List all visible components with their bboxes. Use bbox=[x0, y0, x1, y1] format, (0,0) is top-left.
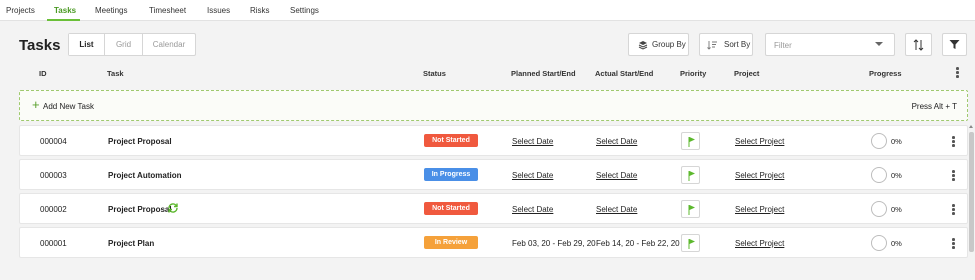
planned-date[interactable]: Select Date bbox=[512, 171, 553, 180]
progress-ring bbox=[871, 235, 887, 251]
tab-issues[interactable]: Issues bbox=[207, 6, 230, 15]
tab-tasks[interactable]: Tasks bbox=[54, 6, 76, 15]
sort-by-icon bbox=[707, 40, 717, 50]
column-header-task[interactable]: Task bbox=[107, 69, 124, 78]
group-by-icon bbox=[638, 40, 648, 50]
active-tab-indicator bbox=[47, 19, 80, 21]
sort-direction-button[interactable] bbox=[905, 33, 932, 56]
add-task-shortcut-hint: Press Alt + T bbox=[911, 102, 957, 111]
sort-by-label: Sort By bbox=[724, 40, 751, 49]
recurring-icon bbox=[168, 203, 178, 213]
sort-by-button[interactable]: Sort By bbox=[699, 33, 753, 56]
add-new-task-row[interactable]: + Add New Task Press Alt + T bbox=[19, 90, 968, 121]
progress-value: 0% bbox=[891, 239, 902, 248]
tab-meetings[interactable]: Meetings bbox=[95, 6, 127, 15]
progress-value: 0% bbox=[891, 171, 902, 180]
row-kebab-icon[interactable] bbox=[952, 136, 955, 149]
task-name[interactable]: Project Proposal bbox=[108, 137, 172, 146]
task-name[interactable]: Project Automation bbox=[108, 171, 181, 180]
task-id: 000004 bbox=[40, 137, 67, 146]
flag-icon bbox=[688, 205, 695, 215]
plus-icon: + bbox=[32, 97, 40, 112]
actual-date[interactable]: Select Date bbox=[596, 205, 637, 214]
tab-timesheet[interactable]: Timesheet bbox=[149, 6, 186, 15]
view-calendar-button[interactable]: Calendar bbox=[142, 34, 195, 55]
priority-button[interactable] bbox=[681, 132, 700, 150]
progress-ring bbox=[871, 133, 887, 149]
actual-date[interactable]: Select Date bbox=[596, 171, 637, 180]
table-row[interactable]: 000002 Project Proposal Not Started Sele… bbox=[19, 193, 968, 224]
column-header-id[interactable]: ID bbox=[39, 69, 47, 78]
planned-date[interactable]: Feb 03, 20 - Feb 29, 20 bbox=[512, 239, 596, 248]
planned-date[interactable]: Select Date bbox=[512, 137, 553, 146]
table-row[interactable]: 000003 Project Automation In Progress Se… bbox=[19, 159, 968, 190]
row-kebab-icon[interactable] bbox=[952, 238, 955, 251]
page-title: Tasks bbox=[19, 37, 61, 54]
scroll-up-arrow-icon[interactable] bbox=[969, 125, 973, 128]
planned-date[interactable]: Select Date bbox=[512, 205, 553, 214]
column-options-kebab-icon[interactable] bbox=[956, 67, 959, 80]
status-badge[interactable]: In Progress bbox=[424, 168, 478, 181]
funnel-icon bbox=[949, 40, 960, 49]
filter-button[interactable] bbox=[942, 33, 967, 56]
row-kebab-icon[interactable] bbox=[952, 170, 955, 183]
row-kebab-icon[interactable] bbox=[952, 204, 955, 217]
column-header-priority[interactable]: Priority bbox=[680, 69, 706, 78]
add-new-task-label: Add New Task bbox=[43, 102, 94, 111]
tab-projects[interactable]: Projects bbox=[6, 6, 35, 15]
column-header-planned[interactable]: Planned Start/End bbox=[511, 69, 576, 78]
progress-ring bbox=[871, 201, 887, 217]
column-header-actual[interactable]: Actual Start/End bbox=[595, 69, 653, 78]
project-selector[interactable]: Select Project bbox=[735, 171, 784, 180]
flag-icon bbox=[688, 137, 695, 147]
flag-icon bbox=[688, 171, 695, 181]
task-id: 000003 bbox=[40, 171, 67, 180]
top-nav: Projects Tasks Meetings Timesheet Issues… bbox=[0, 0, 975, 21]
priority-button[interactable] bbox=[681, 166, 700, 184]
group-by-label: Group By bbox=[652, 40, 686, 49]
column-header-project[interactable]: Project bbox=[734, 69, 759, 78]
flag-icon bbox=[688, 239, 695, 249]
priority-button[interactable] bbox=[681, 200, 700, 218]
tab-settings[interactable]: Settings bbox=[290, 6, 319, 15]
actual-date[interactable]: Select Date bbox=[596, 137, 637, 146]
task-id: 000002 bbox=[40, 205, 67, 214]
priority-button[interactable] bbox=[681, 234, 700, 252]
sort-toggle-icon bbox=[913, 38, 924, 51]
status-badge[interactable]: Not Started bbox=[424, 202, 478, 215]
chevron-down-icon bbox=[875, 42, 883, 46]
status-badge[interactable]: Not Started bbox=[424, 134, 478, 147]
status-badge[interactable]: In Review bbox=[424, 236, 478, 249]
project-selector[interactable]: Select Project bbox=[735, 205, 784, 214]
tab-risks[interactable]: Risks bbox=[250, 6, 270, 15]
task-name[interactable]: Project Plan bbox=[108, 239, 154, 248]
task-id: 000001 bbox=[40, 239, 67, 248]
progress-ring bbox=[871, 167, 887, 183]
project-selector[interactable]: Select Project bbox=[735, 137, 784, 146]
table-row[interactable]: 000004 Project Proposal Not Started Sele… bbox=[19, 125, 968, 156]
progress-value: 0% bbox=[891, 205, 902, 214]
view-grid-button[interactable]: Grid bbox=[104, 34, 142, 55]
scrollbar-thumb[interactable] bbox=[969, 132, 974, 252]
project-selector[interactable]: Select Project bbox=[735, 239, 784, 248]
view-switcher: List Grid Calendar bbox=[68, 33, 196, 56]
view-list-button[interactable]: List bbox=[69, 34, 104, 55]
progress-value: 0% bbox=[891, 137, 902, 146]
group-by-button[interactable]: Group By bbox=[628, 33, 689, 56]
column-header-progress[interactable]: Progress bbox=[869, 69, 902, 78]
column-header-status[interactable]: Status bbox=[423, 69, 446, 78]
actual-date[interactable]: Feb 14, 20 - Feb 22, 20 bbox=[596, 239, 680, 248]
table-row[interactable]: 000001 Project Plan In Review Feb 03, 20… bbox=[19, 227, 968, 258]
task-name[interactable]: Project Proposal bbox=[108, 205, 172, 214]
